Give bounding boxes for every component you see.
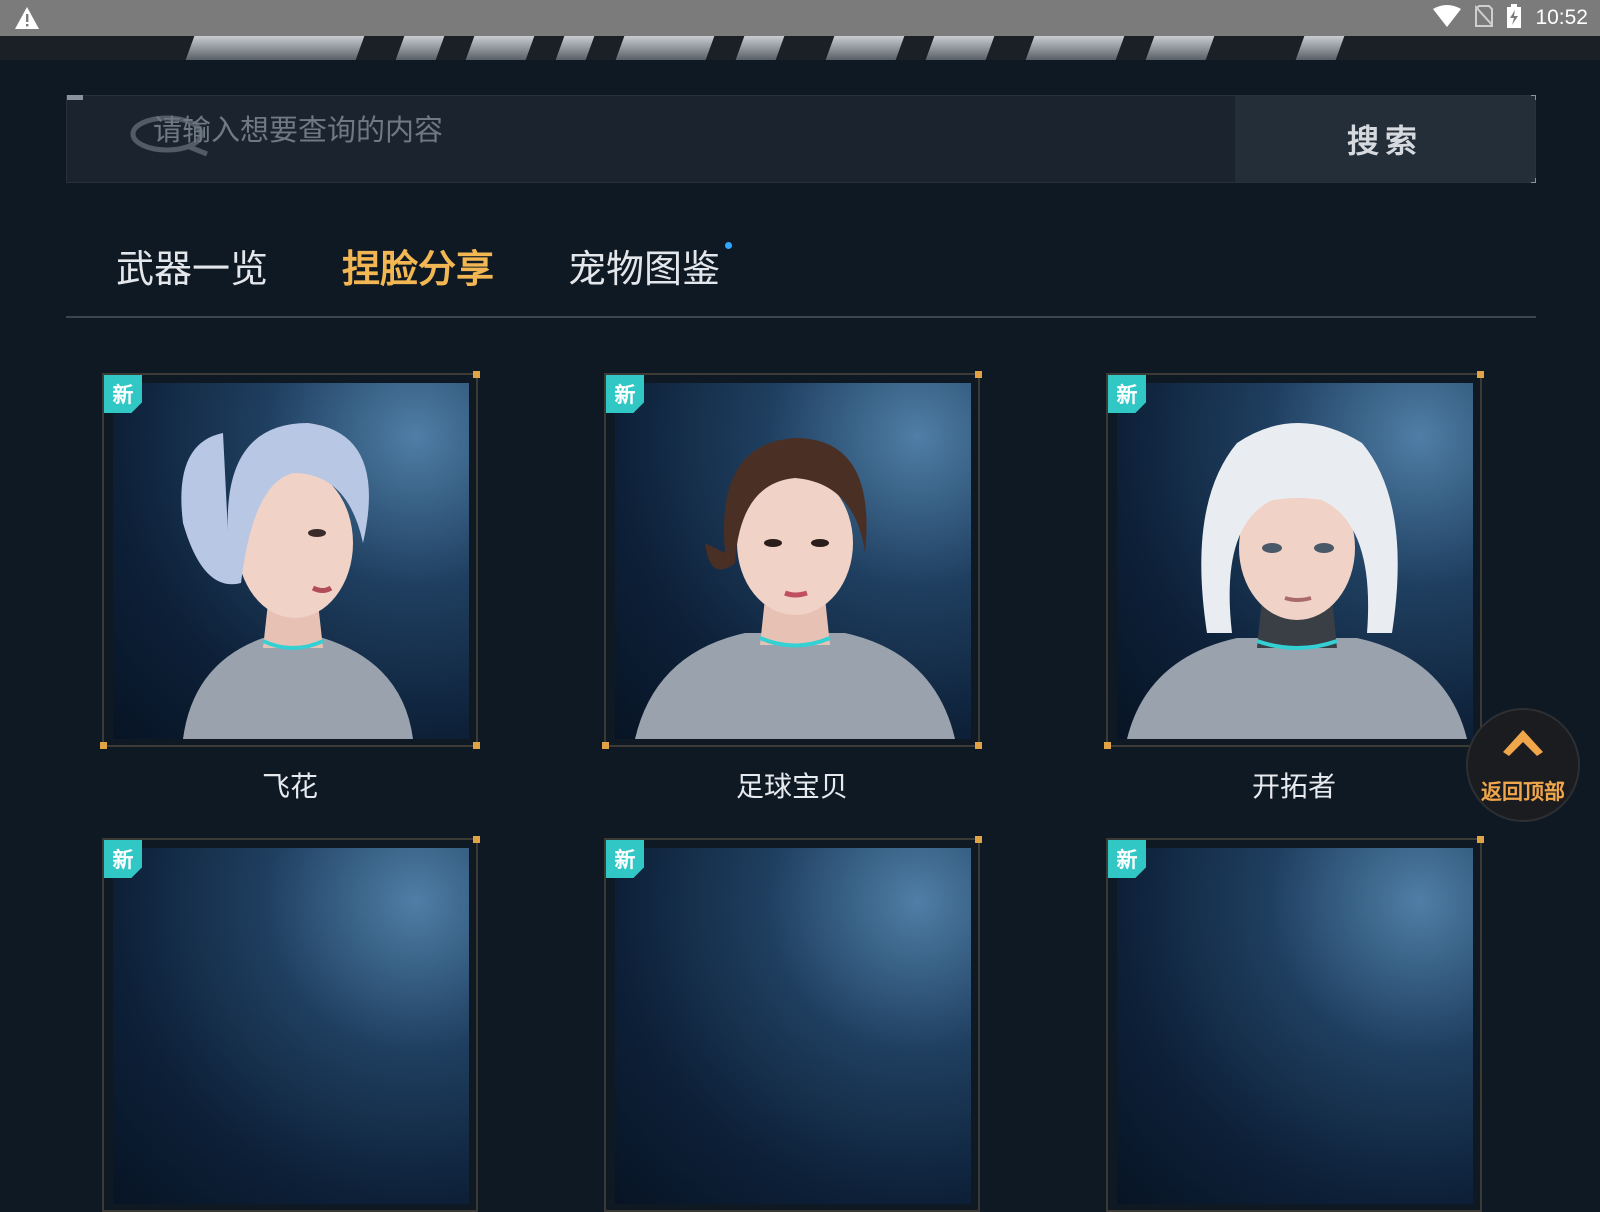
card-frame: 新 xyxy=(1106,836,1484,1212)
new-badge: 新 xyxy=(606,375,644,413)
status-bar: 10:52 xyxy=(0,0,1600,36)
new-badge: 新 xyxy=(606,840,644,878)
corner-decoration xyxy=(975,371,982,378)
corner-decoration xyxy=(67,95,83,100)
corner-decoration xyxy=(473,836,480,843)
tabs-divider xyxy=(66,316,1536,318)
card-frame: 新 xyxy=(100,371,480,749)
corner-decoration xyxy=(1104,742,1111,749)
warning-icon xyxy=(14,6,40,34)
corner-decoration xyxy=(1477,836,1484,843)
character-portrait[interactable] xyxy=(113,848,469,1204)
card-frame: 新 xyxy=(604,836,982,1212)
face-card[interactable]: 新 xyxy=(604,836,982,1212)
clock: 10:52 xyxy=(1535,6,1588,29)
character-name: 足球宝贝 xyxy=(735,770,848,803)
corner-decoration xyxy=(473,371,480,378)
corner-decoration xyxy=(1477,371,1484,378)
corner-decoration xyxy=(975,836,982,843)
card-frame: 新 xyxy=(102,836,480,1212)
tab-weapons[interactable]: 武器一览 xyxy=(116,238,268,293)
tab-bar: 武器一览 捏脸分享 宠物图鉴 xyxy=(66,238,1536,318)
face-card[interactable]: 新 足球宝贝 xyxy=(602,371,982,803)
corner-decoration xyxy=(602,742,609,749)
wifi-icon xyxy=(1433,5,1462,31)
character-portrait[interactable] xyxy=(1117,383,1473,739)
no-sim-icon xyxy=(1474,5,1495,31)
face-card[interactable]: 新 开拓者 xyxy=(1104,371,1484,803)
corner-decoration xyxy=(975,742,982,749)
card-frame: 新 xyxy=(602,371,982,749)
face-card[interactable]: 新 xyxy=(1106,836,1484,1212)
corner-decoration xyxy=(473,742,480,749)
back-to-top-button[interactable]: 返回顶部 xyxy=(1466,708,1580,822)
character-portrait[interactable] xyxy=(615,848,971,1204)
character-portrait[interactable] xyxy=(113,383,469,739)
corner-decoration xyxy=(100,742,107,749)
face-card[interactable]: 新 xyxy=(102,836,480,1212)
character-name: 飞花 xyxy=(261,770,318,803)
card-frame: 新 xyxy=(1104,371,1484,749)
banner-image xyxy=(0,36,1600,60)
new-badge: 新 xyxy=(1108,375,1146,413)
new-badge: 新 xyxy=(1108,840,1146,878)
character-portrait[interactable] xyxy=(1117,848,1473,1204)
tab-pet-guide[interactable]: 宠物图鉴 xyxy=(568,238,720,293)
new-badge: 新 xyxy=(104,840,142,878)
battery-charging-icon xyxy=(1507,4,1522,32)
search-bar: 搜索 xyxy=(66,95,1536,183)
new-indicator-dot xyxy=(725,242,732,249)
character-name: 开拓者 xyxy=(1251,770,1336,803)
chevron-up-icon xyxy=(1503,730,1543,760)
face-card[interactable]: 新 飞花 xyxy=(100,371,480,803)
search-button[interactable]: 搜索 xyxy=(1235,96,1535,182)
tab-face-share[interactable]: 捏脸分享 xyxy=(342,238,494,293)
back-to-top-label: 返回顶部 xyxy=(1481,780,1565,804)
new-badge: 新 xyxy=(104,375,142,413)
character-portrait[interactable] xyxy=(615,383,971,739)
search-input[interactable] xyxy=(151,104,1155,156)
